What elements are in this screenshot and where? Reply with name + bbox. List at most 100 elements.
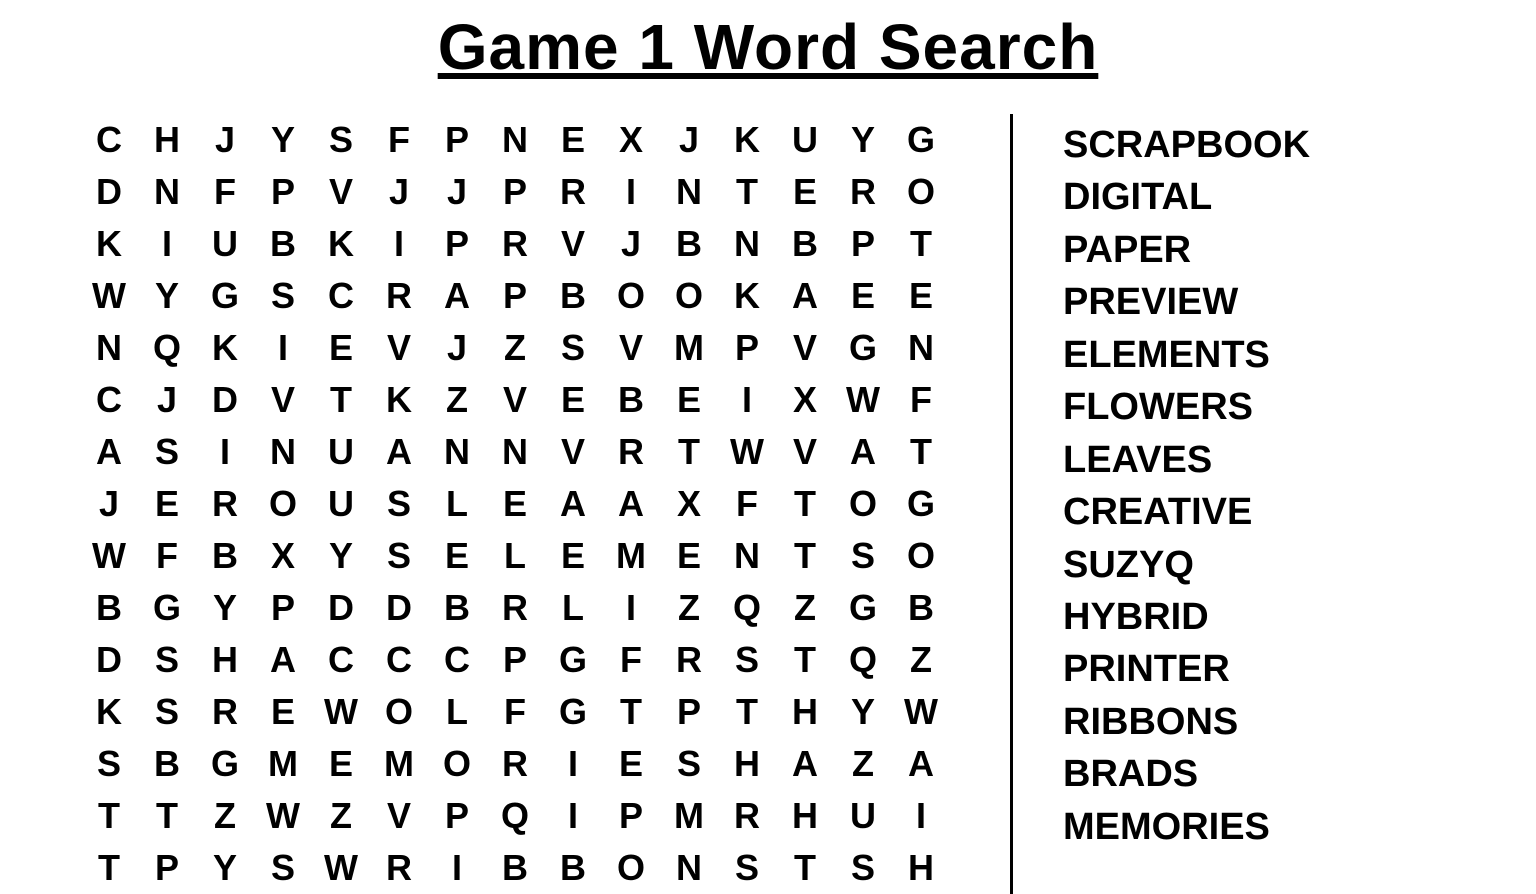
grid-cell: N bbox=[660, 166, 718, 218]
grid-cell: W bbox=[254, 790, 312, 842]
grid-cell: M bbox=[254, 738, 312, 790]
grid-cell: A bbox=[892, 738, 950, 790]
word-list-item: MEMORIES bbox=[1063, 801, 1310, 853]
grid-cell: T bbox=[718, 166, 776, 218]
grid-cell: P bbox=[428, 114, 486, 166]
grid-row: CJDVTKZVEBEIXWF bbox=[80, 374, 950, 426]
grid-cell: M bbox=[370, 738, 428, 790]
grid-cell: Z bbox=[660, 582, 718, 634]
grid-cell: V bbox=[602, 322, 660, 374]
grid-cell: P bbox=[660, 686, 718, 738]
grid-cell: N bbox=[892, 322, 950, 374]
grid-cell: V bbox=[370, 322, 428, 374]
grid-row: JEROUSLEAAXFTOG bbox=[80, 478, 950, 530]
grid-cell: S bbox=[138, 426, 196, 478]
grid-cell: H bbox=[138, 114, 196, 166]
grid-cell: T bbox=[776, 478, 834, 530]
grid-cell: N bbox=[718, 530, 776, 582]
grid-cell: I bbox=[138, 218, 196, 270]
grid-cell: L bbox=[428, 478, 486, 530]
grid-cell: R bbox=[660, 634, 718, 686]
grid-cell: N bbox=[718, 218, 776, 270]
grid-cell: A bbox=[80, 426, 138, 478]
grid-cell: Y bbox=[834, 114, 892, 166]
grid-cell: K bbox=[718, 270, 776, 322]
grid-cell: B bbox=[486, 842, 544, 894]
grid-cell: N bbox=[486, 426, 544, 478]
word-list-item: SUZYQ bbox=[1063, 539, 1310, 591]
grid-cell: U bbox=[312, 478, 370, 530]
grid-cell: P bbox=[428, 790, 486, 842]
grid-cell: G bbox=[892, 478, 950, 530]
grid-cell: S bbox=[834, 842, 892, 894]
grid-cell: B bbox=[776, 218, 834, 270]
grid-cell: O bbox=[428, 738, 486, 790]
grid-cell: B bbox=[544, 842, 602, 894]
grid-cell: W bbox=[718, 426, 776, 478]
grid-cell: T bbox=[138, 790, 196, 842]
grid-cell: L bbox=[428, 686, 486, 738]
grid-cell: I bbox=[602, 166, 660, 218]
grid-cell: Y bbox=[254, 114, 312, 166]
word-list-item: DIGITAL bbox=[1063, 171, 1310, 223]
grid-cell: X bbox=[776, 374, 834, 426]
grid-cell: J bbox=[602, 218, 660, 270]
grid-cell: F bbox=[486, 686, 544, 738]
grid-cell: V bbox=[312, 166, 370, 218]
grid-cell: I bbox=[892, 790, 950, 842]
grid-cell: Z bbox=[312, 790, 370, 842]
grid-cell: J bbox=[660, 114, 718, 166]
grid-cell: F bbox=[370, 114, 428, 166]
grid-cell: I bbox=[544, 738, 602, 790]
grid-cell: S bbox=[660, 738, 718, 790]
grid-cell: W bbox=[834, 374, 892, 426]
grid-cell: B bbox=[80, 582, 138, 634]
grid-cell: P bbox=[428, 218, 486, 270]
grid-cell: W bbox=[892, 686, 950, 738]
grid-cell: O bbox=[892, 166, 950, 218]
grid-cell: Y bbox=[138, 270, 196, 322]
grid-cell: T bbox=[602, 686, 660, 738]
grid-cell: S bbox=[370, 478, 428, 530]
grid-cell: Y bbox=[196, 842, 254, 894]
grid-cell: T bbox=[892, 218, 950, 270]
grid-cell: A bbox=[370, 426, 428, 478]
grid-cell: G bbox=[138, 582, 196, 634]
grid-cell: K bbox=[80, 686, 138, 738]
grid-table: CHJYSFPNEXJKUYGDNFPVJJPRINTEROKIUBKIPRVJ… bbox=[80, 114, 950, 894]
grid-cell: G bbox=[834, 322, 892, 374]
grid-cell: K bbox=[370, 374, 428, 426]
grid-cell: R bbox=[602, 426, 660, 478]
grid-cell: R bbox=[196, 478, 254, 530]
grid-cell: J bbox=[428, 322, 486, 374]
grid-cell: X bbox=[660, 478, 718, 530]
grid-cell: R bbox=[834, 166, 892, 218]
grid-cell: N bbox=[428, 426, 486, 478]
grid-cell: O bbox=[660, 270, 718, 322]
grid-cell: E bbox=[312, 322, 370, 374]
grid-cell: Z bbox=[428, 374, 486, 426]
grid-cell: E bbox=[776, 166, 834, 218]
grid-cell: O bbox=[254, 478, 312, 530]
grid-cell: Z bbox=[892, 634, 950, 686]
grid-cell: R bbox=[718, 790, 776, 842]
grid-cell: Y bbox=[834, 686, 892, 738]
grid-cell: U bbox=[196, 218, 254, 270]
grid-row: SBGMEMORIESHAZA bbox=[80, 738, 950, 790]
grid-cell: Q bbox=[834, 634, 892, 686]
grid-cell: Q bbox=[138, 322, 196, 374]
grid-cell: T bbox=[892, 426, 950, 478]
grid-cell: G bbox=[196, 270, 254, 322]
grid-cell: L bbox=[486, 530, 544, 582]
grid-cell: V bbox=[776, 426, 834, 478]
grid-row: NQKIEVJZSVMPVGN bbox=[80, 322, 950, 374]
grid-cell: H bbox=[196, 634, 254, 686]
grid-cell: I bbox=[544, 790, 602, 842]
grid-row: KIUBKIPRVJBNBPT bbox=[80, 218, 950, 270]
grid-cell: S bbox=[370, 530, 428, 582]
grid-cell: J bbox=[370, 166, 428, 218]
grid-cell: H bbox=[776, 790, 834, 842]
grid-cell: H bbox=[892, 842, 950, 894]
grid-cell: Z bbox=[776, 582, 834, 634]
grid-cell: B bbox=[544, 270, 602, 322]
